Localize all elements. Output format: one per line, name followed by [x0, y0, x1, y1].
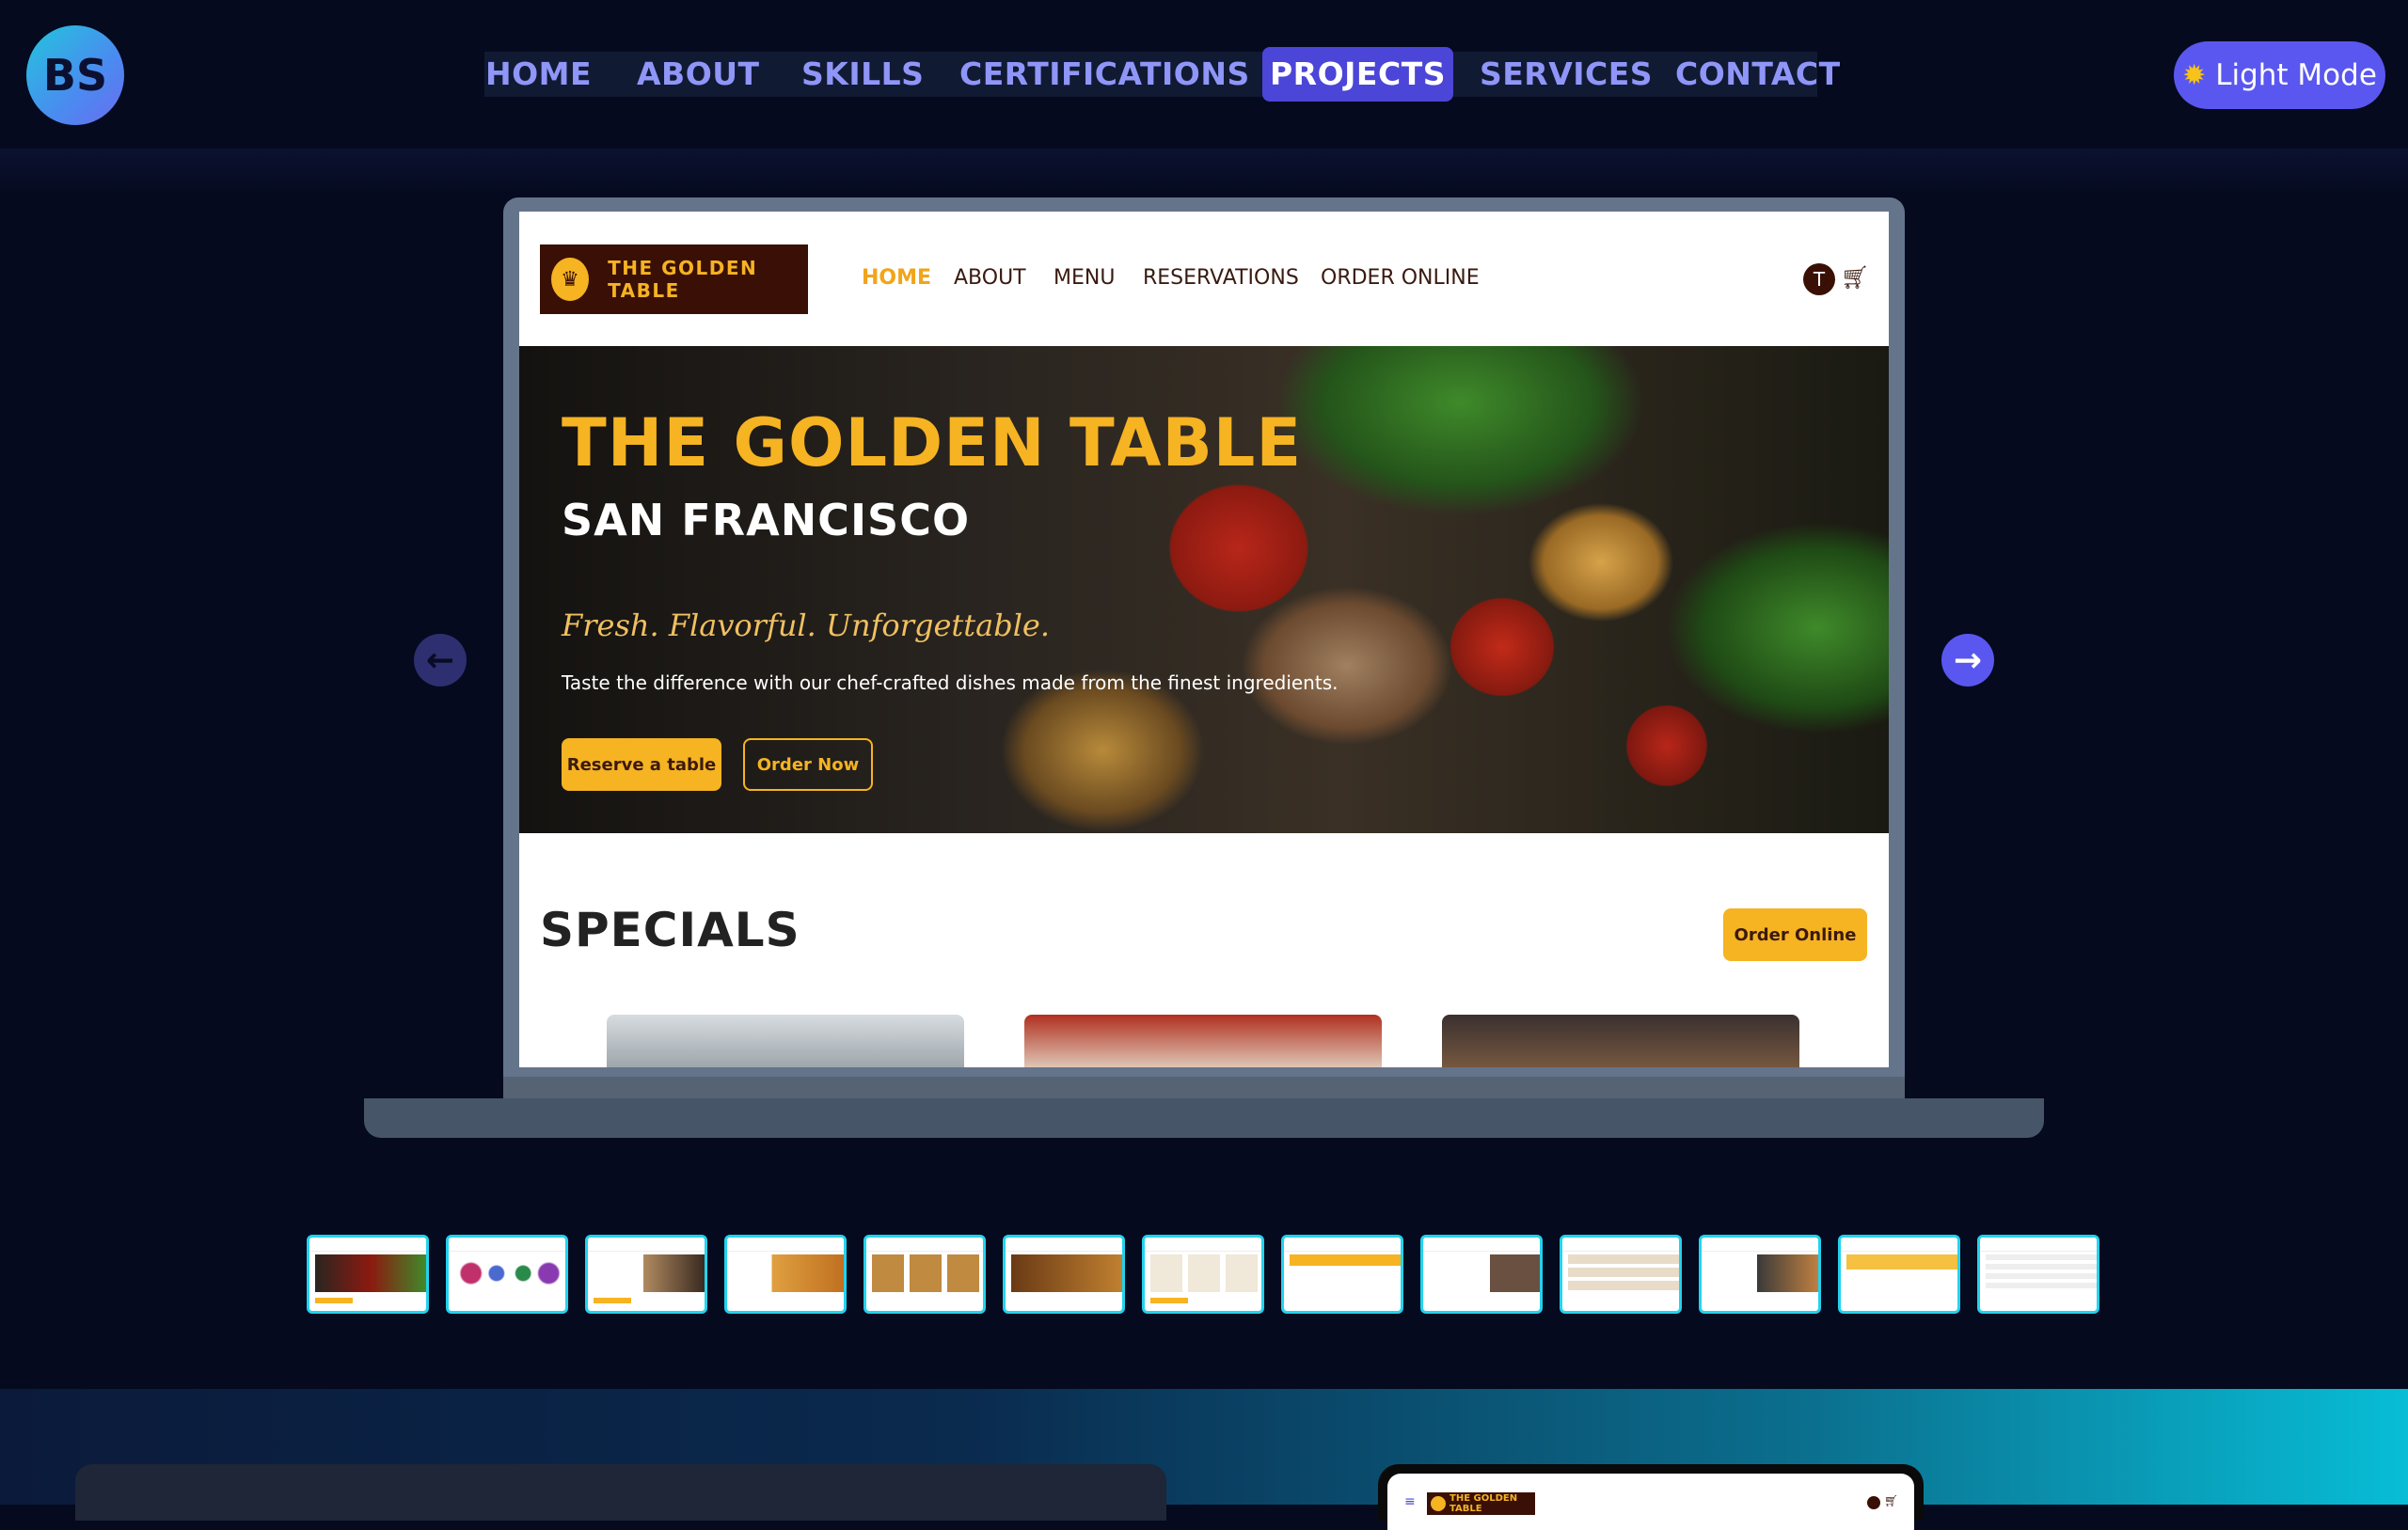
nav-projects[interactable]: PROJECTS	[1262, 47, 1453, 102]
nav-certifications[interactable]: CERTIFICATIONS	[959, 52, 1250, 97]
special-card-1	[607, 1015, 964, 1067]
preview-brand: ♛ THE GOLDEN TABLE	[540, 244, 808, 314]
carousel-next-button[interactable]: →	[1941, 634, 1994, 686]
thumbnail-5[interactable]	[863, 1235, 986, 1314]
hero-subtitle: SAN FRANCISCO	[562, 495, 971, 545]
thumbnail-3[interactable]	[585, 1235, 707, 1314]
reserve-table-button: Reserve a table	[562, 738, 721, 791]
laptop-hinge	[503, 1077, 1905, 1098]
laptop-base	[364, 1098, 2044, 1138]
sun-icon: ✹	[2182, 58, 2207, 92]
thumbnail-4[interactable]	[724, 1235, 847, 1314]
nav-home[interactable]: HOME	[485, 52, 592, 97]
preview-avatar: T	[1803, 263, 1835, 295]
mobile-avatar	[1867, 1496, 1880, 1509]
nav-skills[interactable]: SKILLS	[801, 52, 924, 97]
special-card-3	[1442, 1015, 1799, 1067]
preview-hero: THE GOLDEN TABLE SAN FRANCISCO Fresh. Fl…	[519, 346, 1889, 833]
thumbnail-1[interactable]	[307, 1235, 429, 1314]
mobile-preview-frame: ≡ THE GOLDEN TABLE 🛒︎	[1378, 1464, 1924, 1530]
specials-title: SPECIALS	[540, 903, 800, 957]
nav-services[interactable]: SERVICES	[1480, 52, 1653, 97]
mobile-cart-icon: 🛒︎	[1884, 1494, 1899, 1507]
hamburger-menu-icon: ≡	[1404, 1494, 1416, 1509]
thumbnail-8[interactable]	[1281, 1235, 1403, 1314]
thumbnail-12[interactable]	[1838, 1235, 1960, 1314]
preview-brand-text: THE GOLDEN TABLE	[608, 257, 758, 302]
preview-nav-order-online: ORDER ONLINE	[1321, 266, 1480, 290]
thumbnail-9[interactable]	[1420, 1235, 1543, 1314]
logo-text: BS	[42, 50, 108, 101]
nav-about[interactable]: ABOUT	[637, 52, 760, 97]
hero-description: Taste the difference with our chef-craft…	[562, 671, 1339, 694]
hero-tagline: Fresh. Flavorful. Unforgettable.	[562, 607, 1051, 643]
preview-header: ♛ THE GOLDEN TABLE HOME ABOUT MENU RESER…	[519, 212, 1889, 346]
special-card-2	[1024, 1015, 1382, 1067]
light-mode-label: Light Mode	[2215, 58, 2377, 92]
thumbnail-7[interactable]	[1142, 1235, 1264, 1314]
next-section-card	[75, 1464, 1166, 1521]
project-preview-screen: ♛ THE GOLDEN TABLE HOME ABOUT MENU RESER…	[519, 212, 1889, 1067]
preview-nav-menu: MENU	[1054, 266, 1116, 290]
preview-nav-home: HOME	[862, 266, 932, 290]
thumbnail-6[interactable]	[1003, 1235, 1125, 1314]
order-online-button: Order Online	[1723, 908, 1867, 961]
thumbnail-2[interactable]	[446, 1235, 568, 1314]
arrow-right-icon: →	[1953, 640, 1983, 680]
carousel-prev-button[interactable]: ←	[414, 634, 467, 686]
arrow-left-icon: ←	[425, 640, 455, 680]
thumbnail-13[interactable]	[1977, 1235, 2099, 1314]
thumbnail-11[interactable]	[1699, 1235, 1821, 1314]
light-mode-toggle[interactable]: ✹ Light Mode	[2174, 41, 2385, 109]
cart-icon: 🛒︎	[1841, 264, 1870, 291]
preview-nav-about: ABOUT	[954, 266, 1026, 290]
header-divider	[0, 149, 2408, 196]
main-nav: HOME ABOUT SKILLS CERTIFICATIONS PROJECT…	[484, 47, 1840, 102]
thumbnail-10[interactable]	[1560, 1235, 1682, 1314]
mobile-preview-screen: ≡ THE GOLDEN TABLE 🛒︎	[1387, 1474, 1914, 1530]
brand-emblem-icon: ♛	[551, 258, 590, 301]
site-logo[interactable]: BS	[26, 25, 124, 125]
mobile-brand-emblem-icon	[1431, 1496, 1446, 1511]
nav-contact[interactable]: CONTACT	[1675, 52, 1841, 97]
preview-nav-reservations: RESERVATIONS	[1143, 266, 1299, 290]
hero-title: THE GOLDEN TABLE	[562, 404, 1303, 481]
order-now-button: Order Now	[743, 738, 873, 791]
